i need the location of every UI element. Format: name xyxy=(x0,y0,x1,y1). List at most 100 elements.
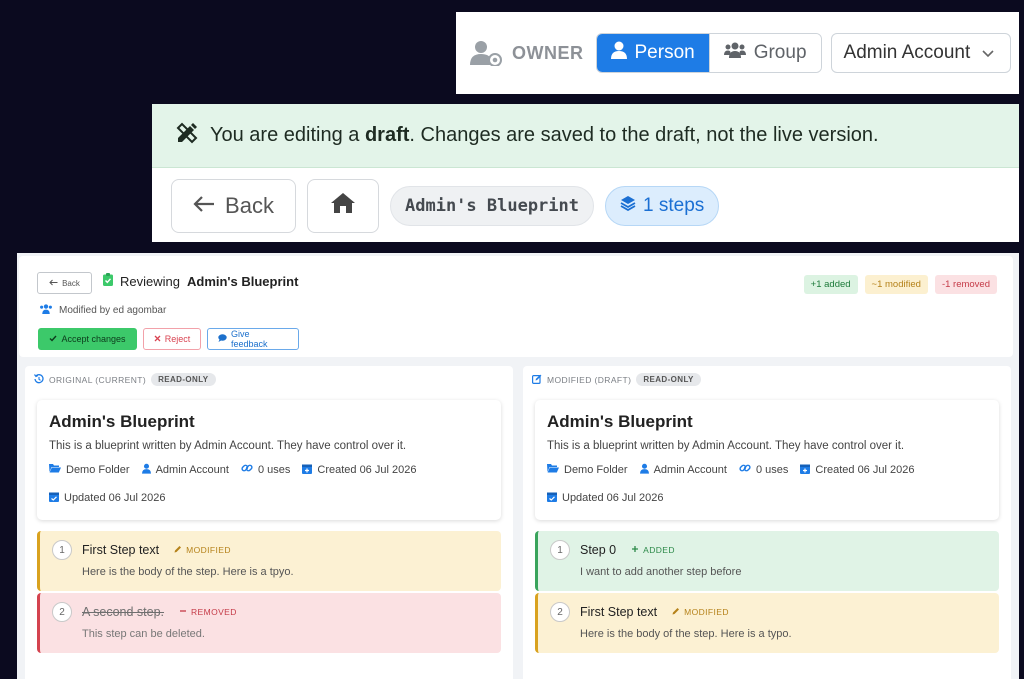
review-actions: Accept changes Reject Give feedback xyxy=(38,328,299,350)
modified-by: Modified by ed agombar xyxy=(39,304,166,317)
account-select-value: Admin Account xyxy=(843,42,971,63)
group-toggle-button[interactable]: Group xyxy=(708,34,821,72)
step-item[interactable]: 1 Step 0 ADDED I want to add another ste… xyxy=(535,531,999,591)
accept-label: Accept changes xyxy=(61,334,126,344)
pencil-ruler-icon xyxy=(176,122,198,150)
step-header: 1 Step 0 ADDED xyxy=(550,540,999,560)
step-number: 2 xyxy=(550,602,570,622)
back-button[interactable]: Back xyxy=(171,179,296,233)
plus-icon xyxy=(631,545,639,555)
blueprint-card: Admin's Blueprint This is a blueprint wr… xyxy=(535,400,999,520)
step-header: 2 A second step. REMOVED xyxy=(52,602,501,622)
history-icon xyxy=(34,373,44,386)
modified-column: MODIFIED (DRAFT) READ-ONLY Admin's Bluep… xyxy=(523,366,1011,679)
added-tag: ADDED xyxy=(631,545,675,555)
card-title: Admin's Blueprint xyxy=(49,412,195,431)
owner-panel: OWNER Person Group Admin Account xyxy=(456,12,1019,94)
reviewing-prefix: Reviewing xyxy=(120,273,180,289)
folder-open-icon xyxy=(49,463,61,476)
reject-label: Reject xyxy=(164,334,191,344)
nav-row: Back Admin's Blueprint 1 steps xyxy=(152,168,1019,233)
account-select[interactable]: Admin Account xyxy=(830,33,1011,73)
give-feedback-button[interactable]: Give feedback xyxy=(207,328,299,350)
meta-folder: Demo Folder xyxy=(49,462,130,477)
meta-updated: Updated 06 Jul 2026 xyxy=(49,491,489,505)
modified-column-header: MODIFIED (DRAFT) READ-ONLY xyxy=(532,373,701,386)
arrow-left-icon xyxy=(49,279,58,288)
review-title: Reviewing Admin's Blueprint xyxy=(103,273,298,289)
owner-label: OWNER xyxy=(512,42,584,63)
person-toggle-button[interactable]: Person xyxy=(596,34,709,72)
step-body: Here is the body of the step. Here is a … xyxy=(580,628,792,640)
updated-date: Updated 06 Jul 2026 xyxy=(64,492,166,504)
step-title: First Step text xyxy=(580,605,658,619)
link-icon xyxy=(241,462,253,477)
removed-count-badge: -1 removed xyxy=(934,275,997,294)
folder-name: Demo Folder xyxy=(564,463,628,476)
calendar-check-icon xyxy=(49,491,59,505)
step-number: 1 xyxy=(52,540,72,560)
check-icon xyxy=(49,334,57,344)
folder-open-icon xyxy=(547,463,559,476)
feedback-label: Give feedback xyxy=(231,329,268,349)
step-body: This step can be deleted. xyxy=(82,628,205,640)
card-title: Admin's Blueprint xyxy=(547,412,693,431)
added-count-badge: +1 added xyxy=(803,275,858,294)
change-badges: +1 added ~1 modified -1 removed xyxy=(803,275,997,294)
step-title: A second step. xyxy=(82,605,165,619)
modified-count-badge: ~1 modified xyxy=(864,275,928,294)
review-blueprint-name: Admin's Blueprint xyxy=(186,273,299,289)
step-item[interactable]: 2 A second step. REMOVED This step can b… xyxy=(37,593,501,653)
calendar-plus-icon xyxy=(302,463,313,477)
calendar-check-icon xyxy=(547,491,557,505)
draft-bold: draft xyxy=(364,124,410,146)
added-tag-label: ADDED xyxy=(643,545,675,555)
original-header-label: ORIGINAL (CURRENT) xyxy=(49,374,147,385)
steps-label: 1 steps xyxy=(643,195,705,216)
step-body: I want to add another step before xyxy=(580,566,742,578)
modified-tag: MODIFIED xyxy=(174,545,231,555)
meta-owner: Admin Account xyxy=(141,462,229,477)
back-label: Back xyxy=(225,193,274,218)
card-description: This is a blueprint written by Admin Acc… xyxy=(49,440,407,452)
steps-count-pill[interactable]: 1 steps xyxy=(605,186,720,226)
review-back-button[interactable]: Back xyxy=(37,272,92,294)
reject-button[interactable]: Reject xyxy=(143,328,201,350)
step-header: 1 First Step text MODIFIED xyxy=(52,540,501,560)
draft-banner: You are editing a draft. Changes are sav… xyxy=(152,104,1019,168)
review-header: Back Reviewing Admin's Blueprint Modifie… xyxy=(19,256,1013,357)
draft-panel: You are editing a draft. Changes are sav… xyxy=(152,104,1019,242)
home-button[interactable] xyxy=(307,179,379,233)
step-item[interactable]: 1 First Step text MODIFIED Here is the b… xyxy=(37,531,501,591)
blueprint-card: Admin's Blueprint This is a blueprint wr… xyxy=(37,400,501,520)
created-date: Created 06 Jul 2026 xyxy=(815,463,915,476)
step-title: Step 0 xyxy=(580,543,617,557)
removed-tag: REMOVED xyxy=(179,607,237,617)
user-icon xyxy=(639,463,649,477)
modified-tag: MODIFIED xyxy=(672,607,729,617)
accept-changes-button[interactable]: Accept changes xyxy=(38,328,137,350)
updated-date: Updated 06 Jul 2026 xyxy=(562,492,664,504)
link-icon xyxy=(739,462,751,477)
meta-uses: 0 uses xyxy=(739,462,788,477)
folder-name: Demo Folder xyxy=(66,463,130,476)
step-header: 2 First Step text MODIFIED xyxy=(550,602,999,622)
clipboard-check-icon xyxy=(103,273,113,289)
pencil-icon xyxy=(174,545,182,555)
user-icon xyxy=(610,41,627,65)
users-icon xyxy=(723,42,746,64)
step-item[interactable]: 2 First Step text MODIFIED Here is the b… xyxy=(535,593,999,653)
meta-uses: 0 uses xyxy=(241,462,290,477)
owner-type-toggle: Person Group xyxy=(595,33,822,73)
blueprint-name-pill: Admin's Blueprint xyxy=(390,186,594,226)
step-body: Here is the body of the step. Here is a … xyxy=(82,566,294,578)
owner-user-lock-icon xyxy=(470,38,504,68)
review-back-label: Back xyxy=(62,278,80,288)
uses-count: 0 uses xyxy=(257,463,291,476)
close-icon xyxy=(154,334,161,344)
step-number: 1 xyxy=(550,540,570,560)
original-column-header: ORIGINAL (CURRENT) READ-ONLY xyxy=(34,373,216,386)
step-number: 2 xyxy=(52,602,72,622)
meta-created: Created 06 Jul 2026 xyxy=(302,462,416,477)
draft-message: You are editing a draft. Changes are sav… xyxy=(210,124,879,147)
